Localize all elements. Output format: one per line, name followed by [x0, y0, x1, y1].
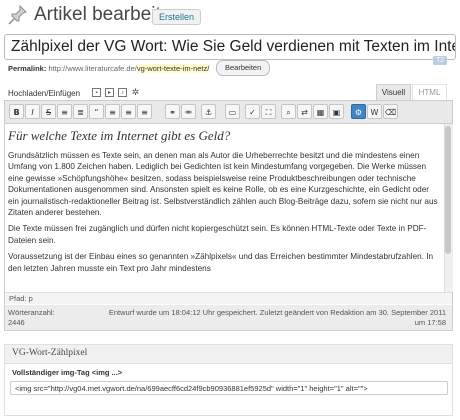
clear-format-button[interactable]: ⌫	[383, 104, 398, 119]
media-upload-icon[interactable]: ✲	[131, 88, 140, 97]
editor-content[interactable]: Für welche Texte im Internet gibt es Gel…	[8, 128, 440, 291]
replace-button[interactable]: ⇄	[297, 104, 312, 119]
t2-badge: T2	[433, 56, 448, 65]
image-upload-icon[interactable]: ▪	[92, 88, 101, 97]
create-button[interactable]: Erstellen	[152, 9, 202, 25]
italic-button[interactable]: I	[25, 104, 40, 119]
bullet-list-button[interactable]: ≡	[57, 104, 72, 119]
link-button[interactable]: ⚭	[165, 104, 180, 119]
fullscreen-button[interactable]: ⛶	[261, 104, 276, 119]
draft-status-line: Entwurf wurde um 18:04:12 Uhr gespeicher…	[108, 308, 446, 317]
more-button[interactable]: ▭	[225, 104, 240, 119]
draft-status: Entwurf wurde um 18:04:12 Uhr gespeicher…	[88, 308, 446, 328]
permalink-base: http://www.literaturcafe.de/	[48, 64, 137, 73]
pin-icon	[6, 3, 30, 27]
find-button[interactable]: ⌕	[281, 104, 296, 119]
img-tag-input[interactable]: <img src="http://vg04.met.vgwort.de/na/6…	[10, 381, 448, 395]
permalink-slug[interactable]: vg-wort-texte-im-netz/	[136, 64, 210, 73]
tab-visual[interactable]: Visuell	[376, 84, 411, 100]
img-tag-label: Vollständiger img-Tag <img ...>	[12, 368, 123, 377]
numbered-list-button[interactable]: ≣	[73, 104, 88, 119]
unlink-button[interactable]: ⚮	[181, 104, 196, 119]
content-heading: Für welche Texte im Internet gibt es Gel…	[8, 128, 231, 143]
spellcheck-button[interactable]: ✓	[245, 104, 260, 119]
upload-label: Hochladen/Einfügen	[8, 89, 81, 98]
element-path: Pfad: p	[5, 292, 452, 304]
content-paragraph: Grundsätzlich müssen es Texte sein, an d…	[8, 151, 438, 218]
metabox-title: VG-Wort-Zählpixel	[12, 348, 88, 358]
kitchen-sink-button[interactable]: ⚙	[351, 104, 366, 119]
draft-status-time: um 17:58	[414, 318, 446, 327]
word-count-label: Wörteranzahl:	[8, 308, 55, 317]
media-button[interactable]: ▣	[329, 104, 344, 119]
align-left-button[interactable]: ≡	[105, 104, 120, 119]
table-button[interactable]: ▦	[313, 104, 328, 119]
edit-permalink-button[interactable]: Bearbeiten	[216, 60, 271, 76]
content-paragraph: Voraussetzung ist der Einbau eines so ge…	[8, 252, 434, 273]
permalink: Permalink: http://www.literaturcafe.de/v…	[8, 64, 210, 73]
align-right-button[interactable]: ≡	[137, 104, 152, 119]
video-upload-icon[interactable]: ▸	[105, 88, 114, 97]
word-count-value: 2446	[8, 318, 25, 327]
audio-upload-icon[interactable]: ♪	[118, 88, 127, 97]
post-title-input[interactable]: Zählpixel der VG Wort: Wie Sie Geld verd…	[4, 34, 456, 60]
anchor-button[interactable]: ⚓	[201, 104, 216, 119]
paste-word-button[interactable]: W	[367, 104, 382, 119]
blockquote-button[interactable]: “	[89, 104, 104, 119]
bold-button[interactable]: B	[9, 104, 24, 119]
align-center-button[interactable]: ≡	[121, 104, 136, 119]
content-paragraph: Die Texte müssen frei zugänglich und dür…	[8, 224, 427, 245]
strikethrough-button[interactable]: S	[41, 104, 56, 119]
editor-scrollbar-thumb[interactable]	[445, 126, 451, 254]
tab-html[interactable]: HTML	[412, 84, 447, 100]
permalink-label: Permalink:	[8, 64, 47, 73]
